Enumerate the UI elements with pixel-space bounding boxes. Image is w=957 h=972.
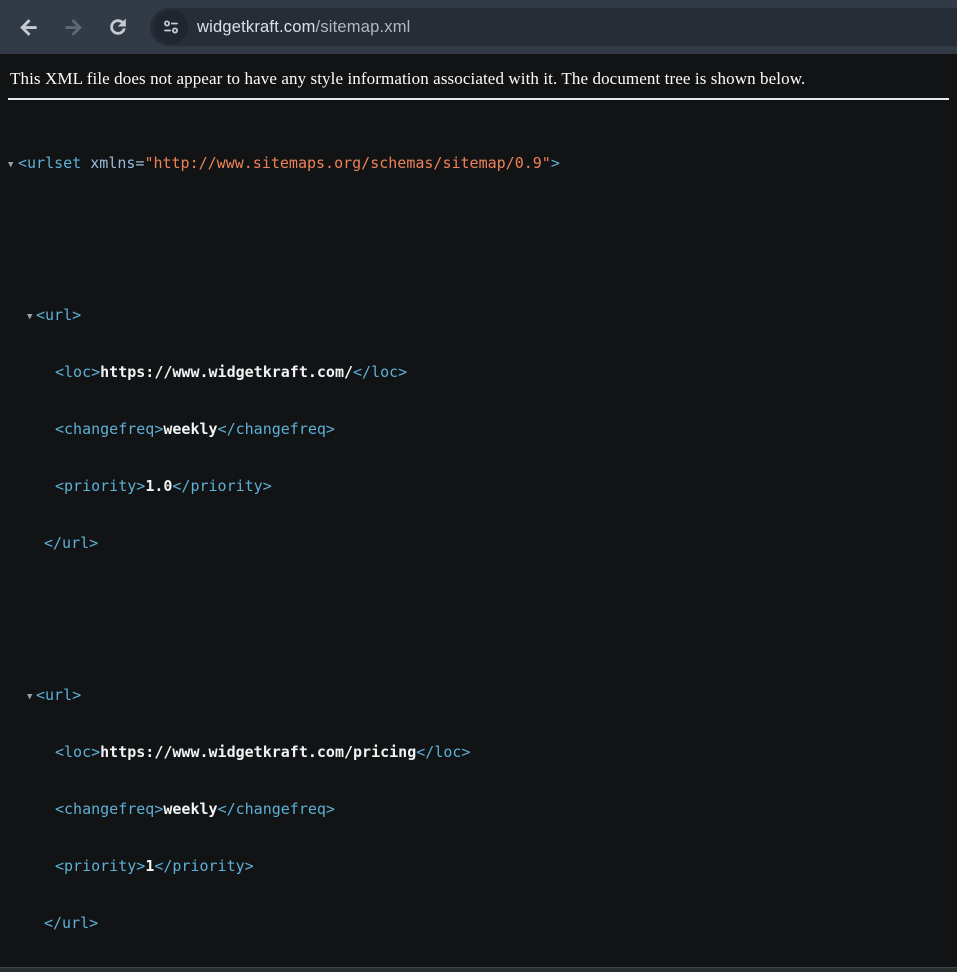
forward-arrow-icon	[62, 16, 85, 39]
priority-close-tag: </priority>	[172, 477, 271, 495]
collapse-arrow-icon[interactable]: ▼	[27, 688, 36, 707]
xml-url-node: ▼<url> <loc>https://www.widgetkraft.com/…	[0, 268, 957, 591]
url-close-line: </url>	[0, 534, 957, 553]
url-open-tag: <url>	[36, 306, 81, 324]
loc-open-tag: <loc>	[55, 743, 100, 761]
reload-icon	[107, 16, 129, 38]
xml-root-open-line: ▼<urlset xmlns="http://www.sitemaps.org/…	[0, 154, 957, 173]
back-button[interactable]	[11, 10, 45, 44]
horizontal-scrollbar-edge[interactable]	[0, 967, 957, 972]
site-info-button[interactable]	[154, 10, 188, 44]
site-info-tune-icon	[161, 17, 181, 37]
priority-value: 1	[145, 857, 154, 875]
url-domain: widgetkraft.com	[197, 18, 316, 36]
priority-value: 1.0	[145, 477, 172, 495]
url-close-tag: </url>	[44, 534, 98, 552]
changefreq-line: <changefreq>weekly</changefreq>	[0, 420, 957, 439]
forward-button[interactable]	[56, 10, 90, 44]
priority-open-tag: <priority>	[55, 857, 145, 875]
changefreq-open-tag: <changefreq>	[55, 420, 163, 438]
changefreq-line: <changefreq>weekly</changefreq>	[0, 800, 957, 819]
loc-line: <loc>https://www.widgetkraft.com/</loc>	[0, 363, 957, 382]
xml-tree: ▼<urlset xmlns="http://www.sitemaps.org/…	[0, 100, 957, 972]
root-open-tag: <urlset	[18, 154, 90, 172]
loc-close-tag: </loc>	[416, 743, 470, 761]
loc-open-tag: <loc>	[55, 363, 100, 381]
changefreq-close-tag: </changefreq>	[218, 420, 335, 438]
url-path: /sitemap.xml	[316, 18, 411, 36]
root-attr-name: xmlns=	[90, 154, 144, 172]
url-open-line: ▼<url>	[0, 686, 957, 705]
browser-toolbar: widgetkraft.com/sitemap.xml	[0, 0, 957, 54]
reload-button[interactable]	[101, 10, 135, 44]
xml-style-notice: This XML file does not appear to have an…	[0, 54, 957, 98]
changefreq-close-tag: </changefreq>	[218, 800, 335, 818]
url-bar[interactable]: widgetkraft.com/sitemap.xml	[150, 8, 957, 46]
priority-line: <priority>1.0</priority>	[0, 477, 957, 496]
url-open-tag: <url>	[36, 686, 81, 704]
nav-buttons	[11, 10, 135, 44]
root-open-bracket: >	[551, 154, 560, 172]
loc-value: https://www.widgetkraft.com/pricing	[100, 743, 416, 761]
url-open-line: ▼<url>	[0, 306, 957, 325]
url-close-tag: </url>	[44, 914, 98, 932]
url-close-line: </url>	[0, 914, 957, 933]
back-arrow-icon	[17, 16, 40, 39]
changefreq-open-tag: <changefreq>	[55, 800, 163, 818]
xml-url-list: ▼<url> <loc>https://www.widgetkraft.com/…	[0, 230, 957, 972]
priority-line: <priority>1</priority>	[0, 857, 957, 876]
loc-value: https://www.widgetkraft.com/	[100, 363, 353, 381]
root-attr-value: "http://www.sitemaps.org/schemas/sitemap…	[144, 154, 550, 172]
collapse-arrow-icon[interactable]: ▼	[8, 156, 18, 175]
priority-open-tag: <priority>	[55, 477, 145, 495]
changefreq-value: weekly	[163, 800, 217, 818]
collapse-arrow-icon[interactable]: ▼	[27, 308, 36, 327]
loc-line: <loc>https://www.widgetkraft.com/pricing…	[0, 743, 957, 762]
priority-close-tag: </priority>	[154, 857, 253, 875]
xml-style-notice-text: This XML file does not appear to have an…	[10, 69, 805, 88]
changefreq-value: weekly	[163, 420, 217, 438]
loc-close-tag: </loc>	[353, 363, 407, 381]
url-text[interactable]: widgetkraft.com/sitemap.xml	[197, 18, 411, 37]
xml-url-node: ▼<url> <loc>https://www.widgetkraft.com/…	[0, 648, 957, 971]
